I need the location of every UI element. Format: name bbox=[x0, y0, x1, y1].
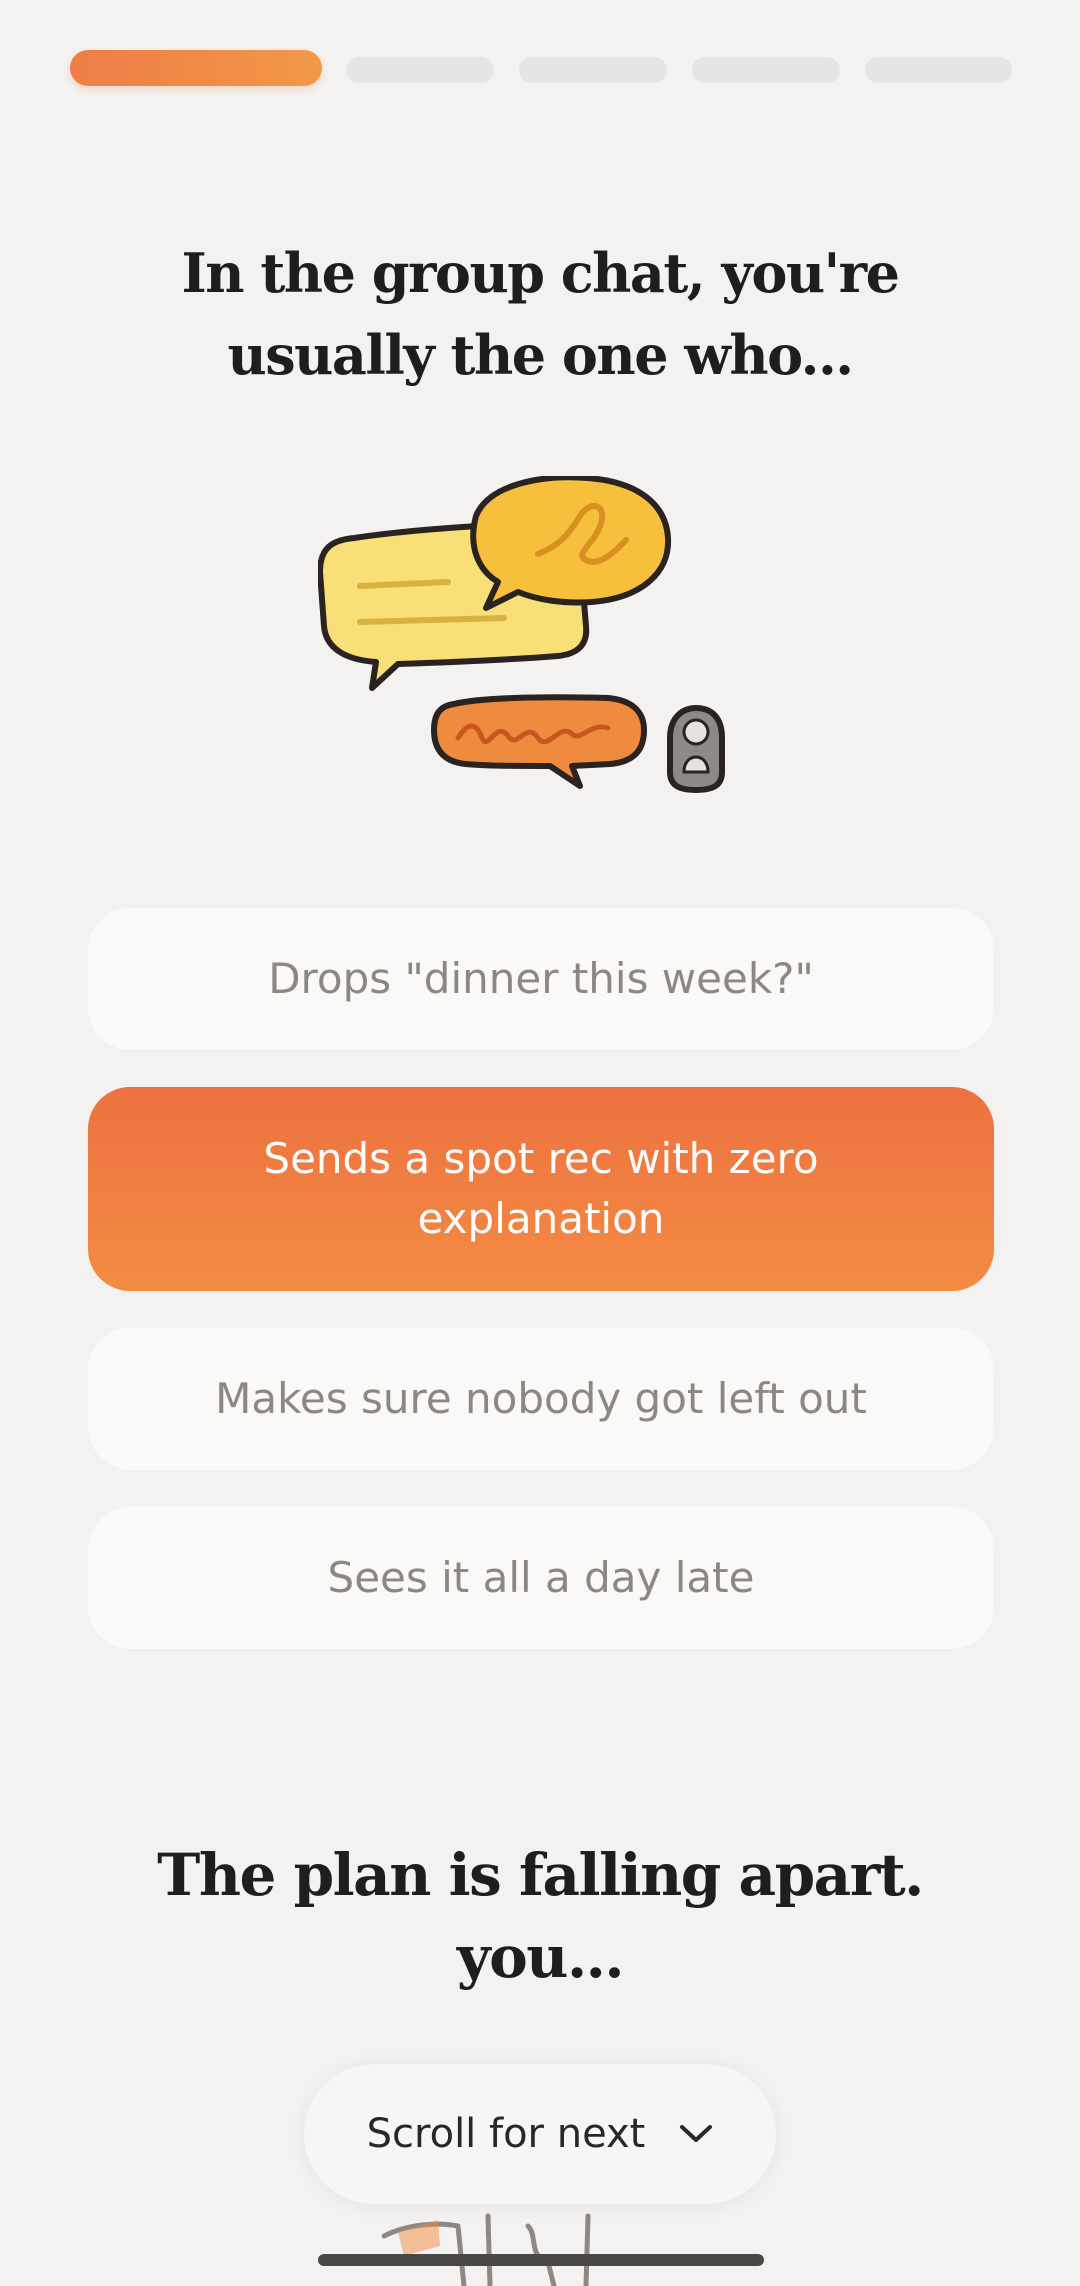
answer-option-1[interactable]: Drops "dinner this week?" bbox=[88, 908, 994, 1050]
chevron-down-icon bbox=[680, 2125, 713, 2142]
progress-segment-4 bbox=[692, 57, 840, 83]
question-title-line-1: In the group chat, you're bbox=[181, 241, 900, 305]
answer-option-3[interactable]: Makes sure nobody got left out bbox=[88, 1328, 994, 1470]
scroll-for-next-button[interactable]: Scroll for next bbox=[304, 2064, 776, 2204]
answer-option-4[interactable]: Sees it all a day late bbox=[88, 1507, 994, 1649]
progress-segment-1 bbox=[70, 50, 322, 86]
progress-segment-5 bbox=[865, 57, 1012, 83]
question-title-line-2: usually the one who... bbox=[227, 323, 854, 387]
progress-segment-2 bbox=[346, 57, 494, 83]
answer-option-label: Sees it all a day late bbox=[327, 1553, 755, 1602]
next-question-title-line-2: you... bbox=[456, 1923, 625, 1991]
question-title: In the group chat, you're usually the on… bbox=[90, 232, 990, 396]
progress-segment-3 bbox=[519, 57, 667, 83]
answer-option-label: Makes sure nobody got left out bbox=[215, 1374, 867, 1423]
scroll-for-next-label: Scroll for next bbox=[366, 2111, 646, 2157]
answer-option-2-selected[interactable]: Sends a spot rec with zero explanation bbox=[88, 1087, 994, 1291]
home-indicator[interactable] bbox=[318, 2254, 764, 2266]
chat-bubbles-illustration bbox=[318, 476, 725, 793]
answer-option-label: Sends a spot rec with zero explanation bbox=[263, 1134, 819, 1243]
next-question-title: The plan is falling apart. you... bbox=[90, 1834, 990, 1998]
next-illustration-peek bbox=[381, 2213, 591, 2286]
next-question-title-line-1: The plan is falling apart. bbox=[157, 1841, 924, 1909]
answer-option-label: Drops "dinner this week?" bbox=[268, 954, 814, 1003]
progress-bar bbox=[70, 50, 1012, 86]
